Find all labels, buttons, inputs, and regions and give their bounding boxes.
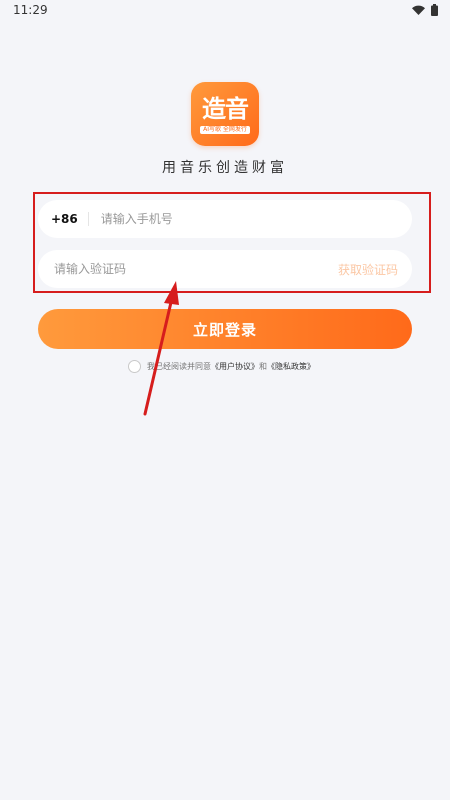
wifi-icon: [412, 5, 425, 15]
battery-icon: [431, 4, 438, 16]
login-button[interactable]: 立即登录: [38, 309, 412, 349]
highlight-box: [33, 192, 431, 293]
agreement-checkbox[interactable]: [128, 360, 141, 373]
agreement-prefix: 我已经阅读并同意: [147, 362, 211, 371]
slogan: 用音乐创造财富: [162, 160, 288, 176]
app-logo: 造音 AI写歌 全网发行: [191, 82, 259, 146]
logo-text: 造音: [202, 95, 249, 123]
user-agreement-link[interactable]: 《用户协议》: [211, 361, 259, 372]
agreement-conjunction: 和: [259, 362, 267, 371]
status-bar: 11:29: [0, 0, 450, 22]
privacy-policy-link[interactable]: 《隐私政策》: [267, 361, 315, 372]
status-time: 11:29: [13, 3, 48, 17]
agreement-row: 我已经阅读并同意 《用户协议》 和 《隐私政策》: [128, 360, 315, 373]
status-icons: [412, 4, 438, 16]
logo-tagline: AI写歌 全网发行: [200, 126, 250, 134]
